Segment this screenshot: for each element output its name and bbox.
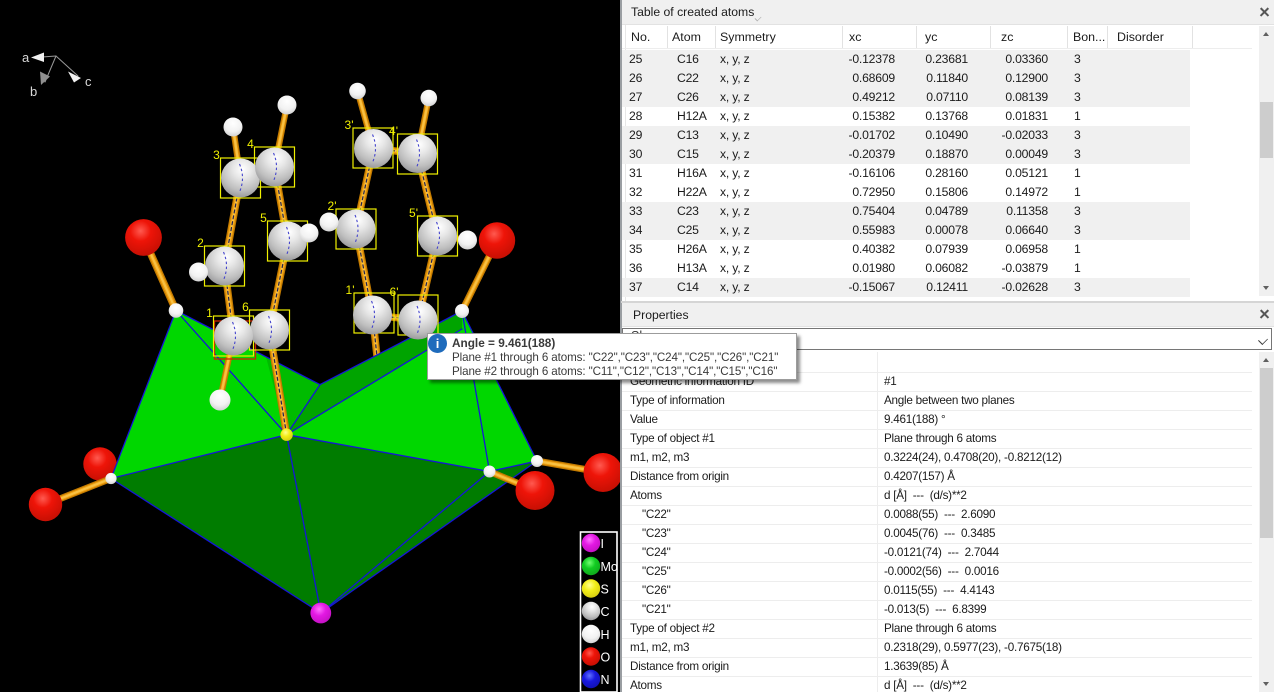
svg-text:5': 5' <box>409 206 418 220</box>
svg-text:4': 4' <box>389 124 398 138</box>
svg-text:3': 3' <box>345 118 354 132</box>
svg-text:O: O <box>601 651 611 665</box>
svg-text:C: C <box>601 605 610 619</box>
svg-text:3: 3 <box>213 148 220 162</box>
svg-text:1': 1' <box>346 283 355 297</box>
svg-text:2: 2 <box>197 236 204 250</box>
svg-text:N: N <box>601 673 610 687</box>
svg-text:a: a <box>22 50 30 65</box>
svg-text:4: 4 <box>247 137 254 151</box>
svg-text:I: I <box>601 537 604 551</box>
svg-text:1: 1 <box>206 306 213 320</box>
svg-text:6: 6 <box>242 300 249 314</box>
svg-text:6': 6' <box>390 285 399 299</box>
svg-text:S: S <box>601 583 609 597</box>
svg-text:c: c <box>85 74 92 89</box>
svg-text:2': 2' <box>328 199 337 213</box>
svg-text:H: H <box>601 628 610 642</box>
svg-text:Mo: Mo <box>601 560 618 574</box>
svg-text:5: 5 <box>260 211 267 225</box>
svg-text:b: b <box>30 84 37 99</box>
